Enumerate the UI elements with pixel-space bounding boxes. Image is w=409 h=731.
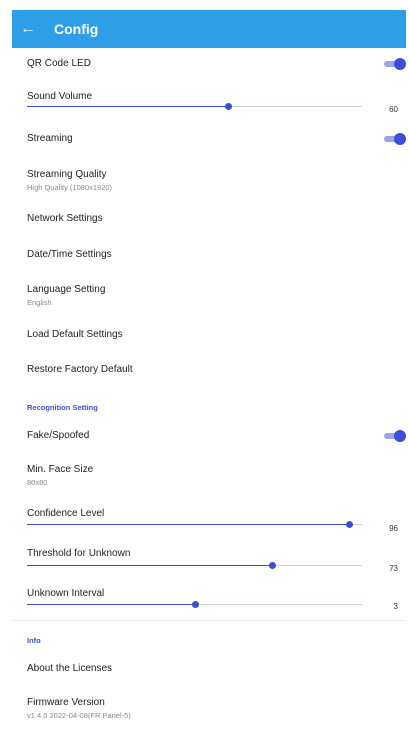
streaming-toggle[interactable] bbox=[384, 133, 406, 145]
slider-thumb[interactable] bbox=[268, 562, 276, 569]
slider-thumb[interactable] bbox=[191, 601, 199, 608]
slider-fill bbox=[27, 106, 228, 107]
setting-sound-volume: Sound Volume bbox=[27, 91, 409, 102]
setting-label: Fake/Spoofed bbox=[27, 430, 90, 441]
setting-restore-factory-default[interactable]: Restore Factory Default bbox=[27, 364, 409, 375]
qr-code-led-toggle[interactable] bbox=[384, 58, 406, 70]
setting-label: Sound Volume bbox=[27, 91, 93, 102]
toggle-knob bbox=[394, 133, 406, 145]
toggle-knob bbox=[394, 58, 406, 70]
setting-fake-spoofed[interactable]: Fake/Spoofed bbox=[27, 430, 409, 441]
unknown-interval-slider[interactable] bbox=[27, 601, 362, 608]
setting-label: QR Code LED bbox=[27, 58, 91, 69]
setting-label: Date/Time Settings bbox=[27, 249, 112, 260]
section-title-info: Info bbox=[27, 636, 41, 645]
setting-about-licenses[interactable]: About the Licenses bbox=[27, 663, 409, 674]
setting-threshold-unknown: Threshold for Unknown bbox=[27, 548, 409, 559]
slider-fill bbox=[27, 565, 272, 566]
setting-subtitle: 80x80 bbox=[27, 478, 48, 487]
setting-label: Unknown Interval bbox=[27, 588, 105, 599]
sound-volume-slider[interactable] bbox=[27, 103, 362, 110]
setting-subtitle: v1.4.0 2022-04-08(FR Panel-5) bbox=[27, 711, 131, 720]
setting-label: Restore Factory Default bbox=[27, 364, 133, 375]
app-bar: ← Config bbox=[12, 10, 406, 48]
slider-fill bbox=[27, 604, 195, 605]
setting-label: Language Setting bbox=[27, 284, 106, 295]
setting-date-time-settings[interactable]: Date/Time Settings bbox=[27, 249, 409, 260]
page-title: Config bbox=[54, 21, 99, 37]
setting-label: Load Default Settings bbox=[27, 329, 123, 340]
section-divider bbox=[12, 620, 406, 621]
setting-label: Streaming bbox=[27, 133, 73, 144]
setting-subtitle: High Quality (1080x1920) bbox=[27, 183, 113, 192]
setting-label: Min. Face Size bbox=[27, 464, 94, 475]
setting-subtitle: English bbox=[27, 298, 52, 307]
setting-streaming-quality[interactable]: Streaming Quality High Quality (1080x192… bbox=[27, 169, 409, 192]
setting-min-face-size[interactable]: Min. Face Size 80x80 bbox=[27, 464, 409, 487]
slider-thumb[interactable] bbox=[345, 521, 353, 528]
setting-label: Network Settings bbox=[27, 213, 103, 224]
threshold-unknown-slider[interactable] bbox=[27, 562, 362, 569]
setting-confidence-level: Confidence Level bbox=[27, 508, 409, 519]
setting-label: Confidence Level bbox=[27, 508, 105, 519]
slider-thumb[interactable] bbox=[225, 103, 232, 110]
confidence-level-slider[interactable] bbox=[27, 521, 362, 528]
threshold-unknown-value: 73 bbox=[389, 564, 398, 573]
setting-streaming[interactable]: Streaming bbox=[27, 133, 409, 144]
setting-label: Threshold for Unknown bbox=[27, 548, 131, 559]
setting-load-default[interactable]: Load Default Settings bbox=[27, 329, 409, 340]
setting-label: About the Licenses bbox=[27, 663, 113, 674]
confidence-level-value: 96 bbox=[389, 524, 398, 533]
sound-volume-value: 60 bbox=[389, 105, 398, 114]
setting-firmware-version[interactable]: Firmware Version v1.4.0 2022-04-08(FR Pa… bbox=[27, 697, 409, 720]
setting-qr-code-led[interactable]: QR Code LED bbox=[27, 58, 409, 69]
slider-fill bbox=[27, 524, 349, 525]
fake-spoofed-toggle[interactable] bbox=[384, 430, 406, 442]
setting-label: Firmware Version bbox=[27, 697, 105, 708]
unknown-interval-value: 3 bbox=[393, 602, 398, 611]
setting-language[interactable]: Language Setting English bbox=[27, 284, 409, 307]
section-title-recognition: Recognition Setting bbox=[27, 403, 98, 412]
setting-network-settings[interactable]: Network Settings bbox=[27, 213, 409, 224]
config-screen: ← Config QR Code LED Sound Volume 60 Str… bbox=[0, 0, 409, 731]
toggle-knob bbox=[394, 430, 406, 442]
setting-unknown-interval: Unknown Interval bbox=[27, 588, 409, 599]
setting-label: Streaming Quality bbox=[27, 169, 107, 180]
back-arrow-icon[interactable]: ← bbox=[20, 21, 40, 37]
